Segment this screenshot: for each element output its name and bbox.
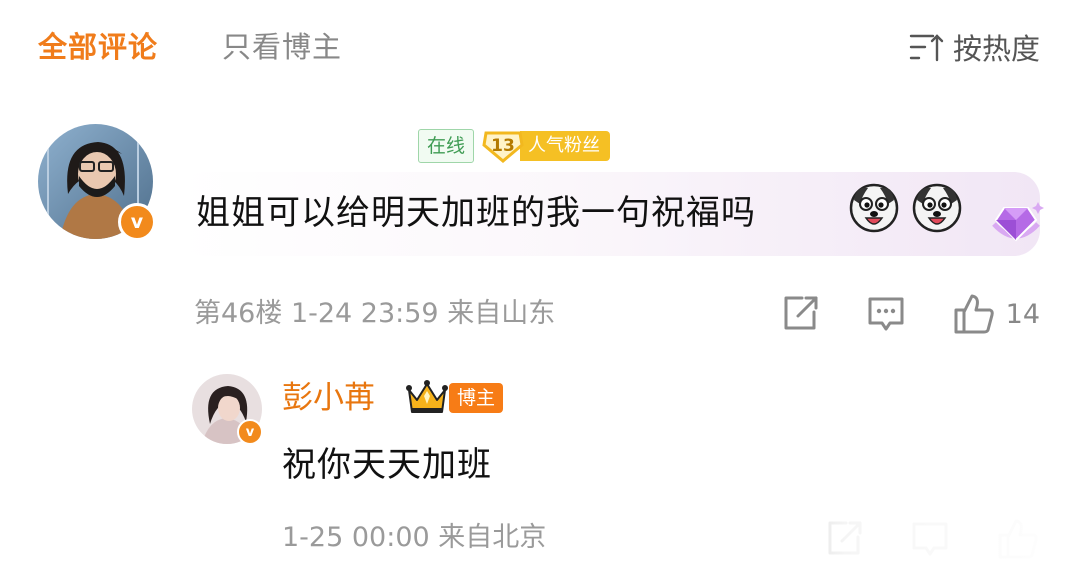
- comment-icon: [868, 297, 904, 331]
- blogger-tag: 博主: [449, 383, 504, 413]
- sort-by-hot-button[interactable]: 按热度: [909, 28, 1040, 66]
- repost-icon: [784, 296, 818, 330]
- reply-button[interactable]: [866, 294, 906, 334]
- user-badges: 在线 13 人气粉丝: [418, 128, 611, 164]
- like-icon: [954, 294, 994, 334]
- repost-button[interactable]: [780, 294, 820, 334]
- like-button[interactable]: [952, 292, 996, 336]
- dog-emoji-icon: [849, 183, 899, 233]
- watermark-overlay: [720, 513, 1080, 573]
- comment-tabs: 全部评论 只看博主 按热度: [38, 22, 1040, 72]
- online-badge: 在线: [418, 129, 475, 163]
- fan-label: 人气粉丝: [520, 131, 611, 161]
- tab-blogger-only[interactable]: 只看博主: [222, 28, 342, 66]
- reply-meta: 1-25 00:00 来自北京: [282, 522, 547, 553]
- comment-bubble[interactable]: 姐姐可以给明天加班的我一句祝福吗: [178, 172, 1044, 256]
- diamond-icon: [992, 202, 1044, 242]
- dog-emoji-icon: [912, 183, 962, 233]
- comment-meta: 第46楼 1-24 23:59 来自山东: [194, 298, 556, 329]
- reply-author-name[interactable]: 彭小苒: [282, 378, 375, 418]
- tab-all-comments[interactable]: 全部评论: [38, 28, 158, 66]
- like-count: 14: [1005, 298, 1040, 330]
- verified-badge: v: [118, 203, 156, 241]
- comment-text: 姐姐可以给明天加班的我一句祝福吗: [196, 193, 756, 233]
- crown-icon: [406, 380, 448, 413]
- comment-actions: 14: [780, 291, 1040, 337]
- fan-level-badge[interactable]: 13 人气粉丝: [482, 129, 611, 163]
- sort-icon: [909, 34, 944, 62]
- verified-badge: v: [237, 419, 263, 445]
- reply-text: 祝你天天加班: [282, 445, 492, 485]
- fan-level-number: 13: [491, 136, 515, 156]
- fan-level-shield: 13: [482, 129, 524, 163]
- sort-label: 按热度: [952, 32, 1040, 66]
